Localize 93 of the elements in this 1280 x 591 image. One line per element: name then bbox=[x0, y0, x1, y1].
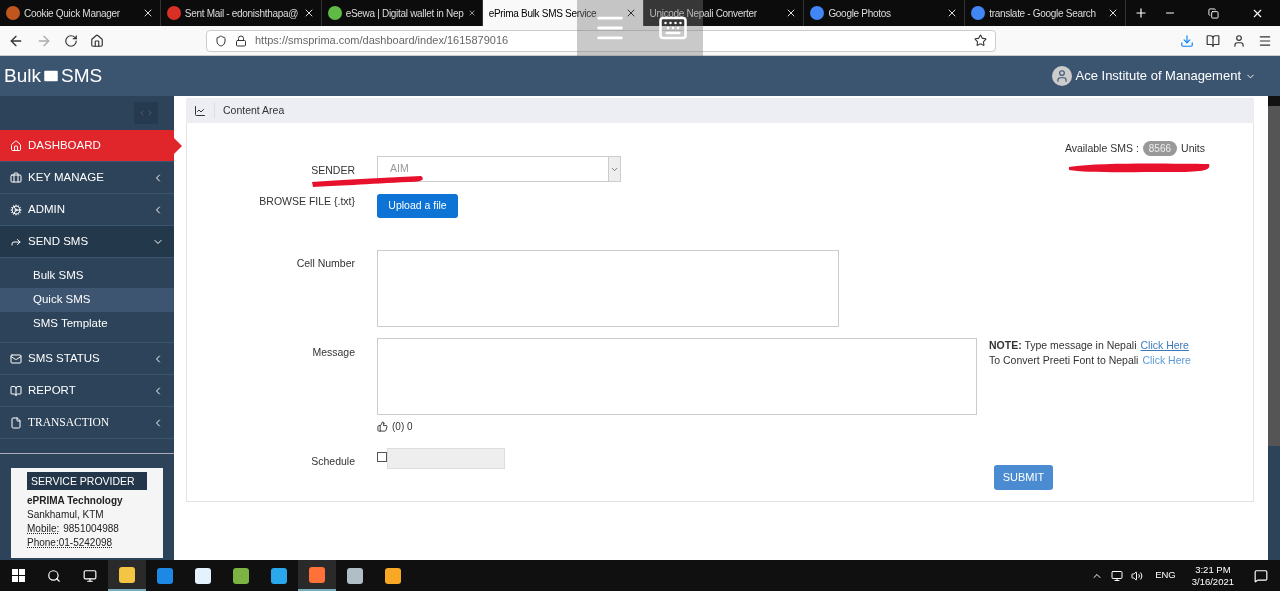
app-icon bbox=[347, 567, 363, 584]
menu-icon[interactable] bbox=[1258, 33, 1272, 48]
note-text: To Convert Preeti Font to Nepali bbox=[989, 353, 1139, 368]
library-icon[interactable] bbox=[1206, 33, 1220, 48]
home-icon[interactable] bbox=[90, 33, 104, 48]
tab-title: eSewa | Digital wallet in Nep bbox=[345, 6, 464, 21]
search-icon[interactable] bbox=[47, 568, 61, 583]
sidebar-item[interactable]: KEY MANAGE bbox=[0, 162, 174, 194]
download-icon[interactable] bbox=[1180, 33, 1194, 48]
submenu-item[interactable]: SMS Template bbox=[0, 312, 174, 336]
click-here-link[interactable]: Click Here bbox=[1140, 338, 1189, 353]
sidebar-item[interactable]: SMS STATUS bbox=[0, 343, 174, 375]
favicon-icon bbox=[971, 6, 986, 20]
volume-icon[interactable] bbox=[1131, 569, 1144, 582]
app-icon bbox=[195, 567, 211, 584]
tab-title: Cookie Quick Manager bbox=[24, 6, 121, 21]
phone-number: Phone:01-5242098 bbox=[27, 536, 114, 550]
menu-item-icon bbox=[10, 416, 22, 429]
note-text: NOTE: Type message in Nepali bbox=[989, 338, 1137, 353]
taskbar-app[interactable] bbox=[298, 560, 336, 591]
mobile-label: Mobile: bbox=[27, 522, 60, 536]
tab-title: Google Photos bbox=[828, 6, 892, 21]
available-label: Available SMS : bbox=[1064, 141, 1139, 156]
favicon-icon bbox=[327, 6, 342, 20]
mobile-number: 9851004988 bbox=[63, 522, 119, 536]
hand-pointer-icon bbox=[377, 421, 388, 432]
clock[interactable]: 3:21 PM 3/16/2021 bbox=[1191, 563, 1234, 588]
app-icon bbox=[157, 567, 173, 584]
menu-item-icon bbox=[10, 384, 22, 397]
message-label: Message bbox=[311, 345, 355, 360]
content-title: Content Area bbox=[214, 102, 285, 119]
favicon-icon bbox=[6, 6, 20, 20]
app-icon bbox=[309, 566, 325, 583]
sms-count-badge: 8566 bbox=[1142, 141, 1178, 157]
submenu-item[interactable]: Bulk SMS bbox=[0, 264, 174, 288]
sidebar-item[interactable]: REPORT bbox=[0, 375, 174, 407]
taskbar-app[interactable] bbox=[108, 560, 146, 591]
url-text: https://smsprima.com/dashboard/index/1615879016 bbox=[255, 33, 510, 49]
upload-button[interactable]: Upload a file bbox=[377, 194, 458, 218]
browse-label: BROWSE FILE {.txt} bbox=[258, 194, 355, 209]
menu-item-icon bbox=[10, 352, 22, 365]
address-bar[interactable]: https://smsprima.com/dashboard/index/1615879016 bbox=[206, 29, 996, 52]
account-icon[interactable] bbox=[1232, 33, 1246, 48]
chart-icon bbox=[194, 104, 206, 117]
brand-logo[interactable]: Bulk SMS bbox=[4, 61, 103, 91]
submenu-item[interactable]: Quick SMS bbox=[0, 288, 174, 312]
character-counter: (0) 0 bbox=[392, 420, 413, 434]
language-indicator[interactable]: ENG bbox=[1155, 568, 1176, 583]
sender-label: SENDER bbox=[310, 163, 355, 178]
tab-title: ePrima Bulk SMS Service bbox=[488, 6, 598, 21]
reload-icon[interactable] bbox=[64, 33, 78, 48]
sidebar-item[interactable]: DASHBOARD bbox=[0, 130, 174, 162]
cell-number-field[interactable] bbox=[377, 250, 839, 327]
avatar-icon bbox=[1051, 66, 1072, 86]
app-icon bbox=[233, 567, 249, 584]
task-view-icon[interactable] bbox=[83, 568, 97, 583]
message-field[interactable] bbox=[377, 338, 977, 415]
chevron-right-icon bbox=[146, 109, 154, 117]
active-pointer bbox=[174, 138, 182, 154]
app-icon bbox=[119, 566, 135, 583]
notification-icon[interactable] bbox=[1254, 568, 1268, 583]
schedule-checkbox[interactable] bbox=[377, 452, 387, 462]
submit-button[interactable]: SUBMIT bbox=[994, 465, 1053, 490]
restore-icon[interactable] bbox=[1208, 7, 1219, 19]
units-label: Units bbox=[1181, 141, 1205, 156]
favicon-icon bbox=[810, 6, 825, 20]
menu-item-icon bbox=[10, 139, 22, 152]
tab-title: Sent Mail - edonishthapa@ bbox=[184, 6, 299, 21]
lock-icon bbox=[235, 34, 247, 47]
user-menu[interactable]: Ace Institute of Management bbox=[1075, 66, 1241, 86]
schedule-field[interactable] bbox=[387, 448, 505, 469]
menu-item-icon bbox=[10, 203, 22, 216]
schedule-label: Schedule bbox=[310, 454, 355, 469]
provider-title: SERVICE PROVIDER bbox=[27, 472, 147, 490]
menu-item-icon bbox=[10, 171, 22, 184]
sidebar-item[interactable]: TRANSACTION bbox=[0, 407, 174, 439]
tab-title: Unicode Nepali Converter bbox=[649, 6, 758, 21]
cell-number-label: Cell Number bbox=[295, 256, 355, 271]
collapse-toggle[interactable] bbox=[134, 102, 158, 124]
browser-tab[interactable]: ePrima Bulk SMS Service bbox=[482, 0, 644, 26]
tab-title: translate - Google Search bbox=[989, 6, 1097, 21]
sidebar-item[interactable]: SEND SMS bbox=[0, 226, 174, 258]
provider-address: Sankhamul, KTM bbox=[27, 508, 105, 522]
new-tab-icon[interactable] bbox=[1134, 6, 1149, 20]
provider-name: ePRIMA Technology bbox=[27, 494, 124, 508]
app-icon bbox=[385, 567, 401, 584]
favicon-icon bbox=[166, 6, 181, 20]
network-icon[interactable] bbox=[1111, 569, 1124, 582]
chevron-left-icon bbox=[138, 109, 146, 117]
shield-icon bbox=[215, 34, 227, 47]
close-icon[interactable] bbox=[467, 7, 476, 19]
app-icon bbox=[271, 567, 287, 584]
bookmark-star-icon[interactable] bbox=[974, 34, 987, 47]
